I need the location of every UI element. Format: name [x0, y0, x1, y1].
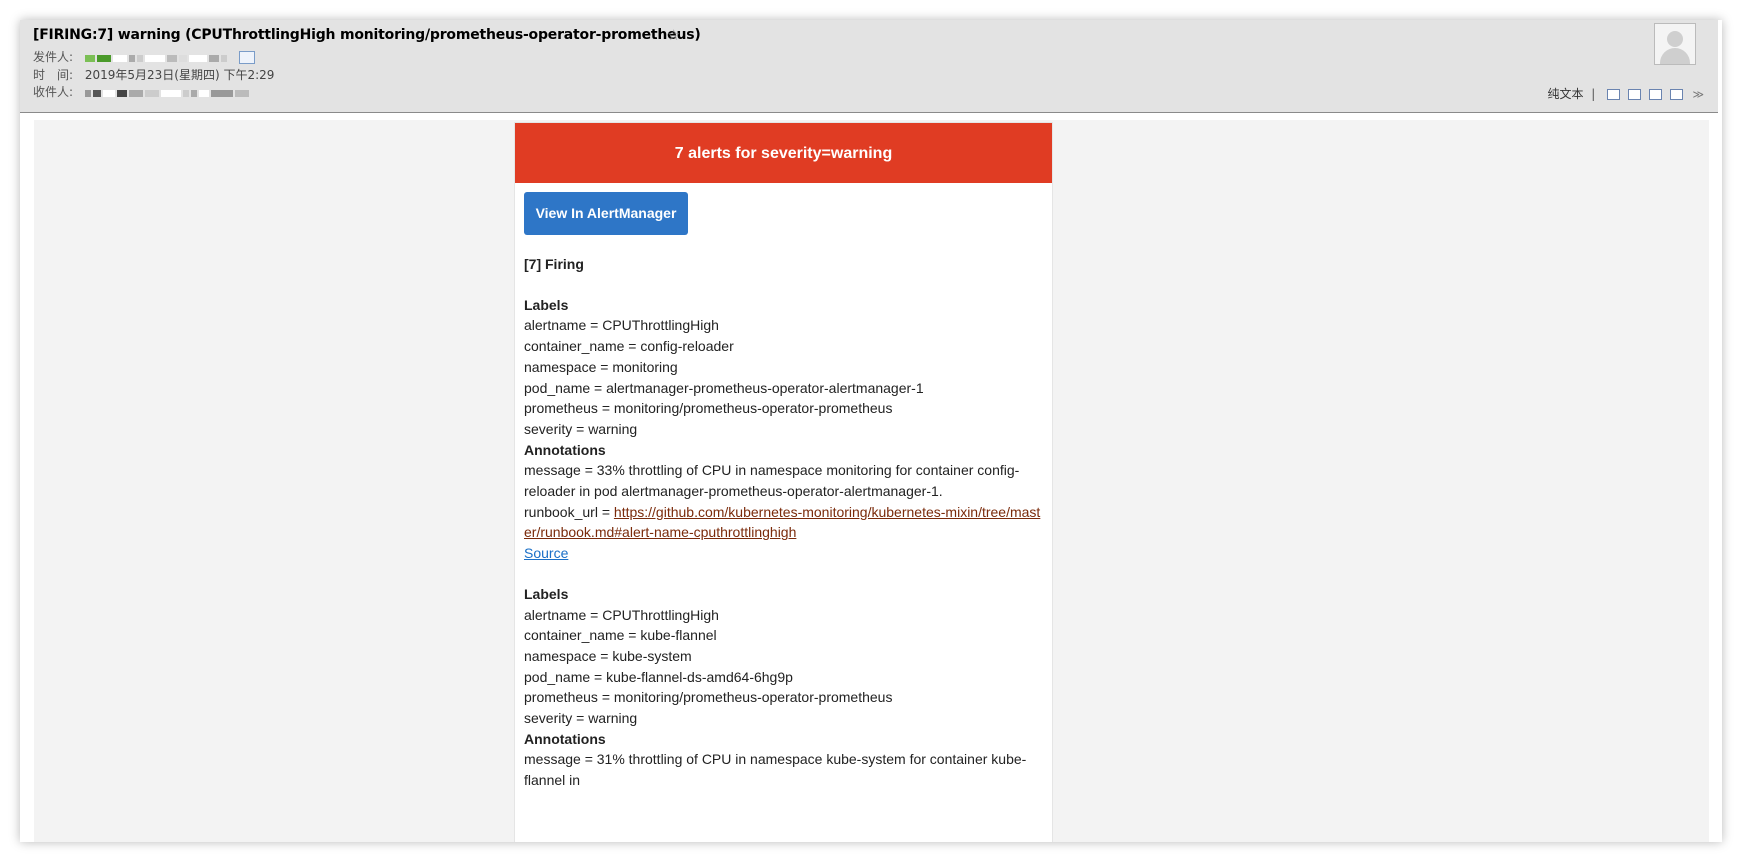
source-link[interactable]: Source [524, 545, 568, 561]
from-row: 发件人: [33, 48, 255, 65]
label-namespace: namespace = kube-system [524, 647, 692, 664]
mail-window: [FIRING:7] warning (CPUThrottlingHigh mo… [20, 20, 1722, 842]
annotation-runbook: runbook_url = https://github.com/kuberne… [524, 502, 1043, 543]
annotations-heading: Annotations [524, 441, 606, 458]
alert-content: View In AlertManager [7] Firing Labels a… [515, 183, 1052, 791]
firing-count: [7] Firing [524, 256, 584, 272]
new-window-icon[interactable] [1607, 89, 1621, 100]
alert-item: Labels alertname = CPUThrottlingHigh con… [524, 584, 1043, 791]
plain-text-toggle[interactable]: 纯文本 [1547, 87, 1583, 101]
label-container-name: container_name = kube-flannel [524, 627, 717, 644]
from-label: 发件人: [33, 50, 74, 64]
expand-chevron-icon[interactable]: ≫ [1692, 88, 1704, 101]
label-prometheus: prometheus = monitoring/prometheus-opera… [524, 400, 893, 417]
alert-item: Labels alertname = CPUThrottlingHigh con… [524, 295, 1043, 564]
label-prometheus: prometheus = monitoring/prometheus-opera… [524, 689, 893, 706]
mail-header: [FIRING:7] warning (CPUThrottlingHigh mo… [20, 20, 1718, 113]
time-value: 2019年5月23日(星期四) 下午2:29 [84, 68, 275, 82]
print-icon[interactable] [1669, 89, 1683, 100]
alert-email-card: 7 alerts for severity=warning View In Al… [514, 122, 1053, 842]
label-pod-name: pod_name = alertmanager-prometheus-opera… [524, 379, 924, 396]
email-subject: [FIRING:7] warning (CPUThrottlingHigh mo… [33, 27, 701, 43]
label-pod-name: pod_name = kube-flannel-ds-amd64-6hg9p [524, 668, 793, 685]
alert-banner: 7 alerts for severity=warning [515, 123, 1052, 183]
annotations-heading: Annotations [524, 730, 606, 747]
time-row: 时 间: 2019年5月23日(星期四) 下午2:29 [33, 66, 274, 83]
annotation-message: message = 31% throttling of CPU in names… [524, 751, 1027, 789]
time-label: 时 间: [33, 68, 74, 82]
to-redacted [84, 86, 251, 100]
label-alertname: alertname = CPUThrottlingHigh [524, 317, 719, 334]
labels-heading: Labels [524, 296, 569, 313]
contact-card-icon[interactable] [238, 51, 255, 64]
to-label: 收件人: [33, 85, 74, 99]
mail-body: 7 alerts for severity=warning View In Al… [34, 120, 1709, 842]
label-namespace: namespace = monitoring [524, 358, 678, 375]
toolbar-separator: | [1591, 87, 1596, 101]
to-row: 收件人: [33, 83, 251, 100]
label-container-name: container_name = config-reloader [524, 338, 734, 355]
mail-toolbar: 纯文本 | ≫ [1547, 85, 1704, 102]
label-severity: severity = warning [524, 710, 638, 727]
popup-icon[interactable] [1628, 89, 1641, 100]
view-in-alertmanager-button[interactable]: View In AlertManager [524, 192, 688, 235]
star-icon[interactable]: ☆ [667, 26, 680, 44]
sender-avatar [1654, 23, 1696, 65]
from-redacted [84, 51, 229, 65]
annotation-message: message = 33% throttling of CPU in names… [524, 462, 1020, 500]
label-severity: severity = warning [524, 420, 638, 437]
runbook-prefix: runbook_url = [524, 503, 614, 520]
label-alertname: alertname = CPUThrottlingHigh [524, 606, 719, 623]
labels-heading: Labels [524, 585, 569, 602]
download-icon[interactable] [1648, 89, 1662, 100]
